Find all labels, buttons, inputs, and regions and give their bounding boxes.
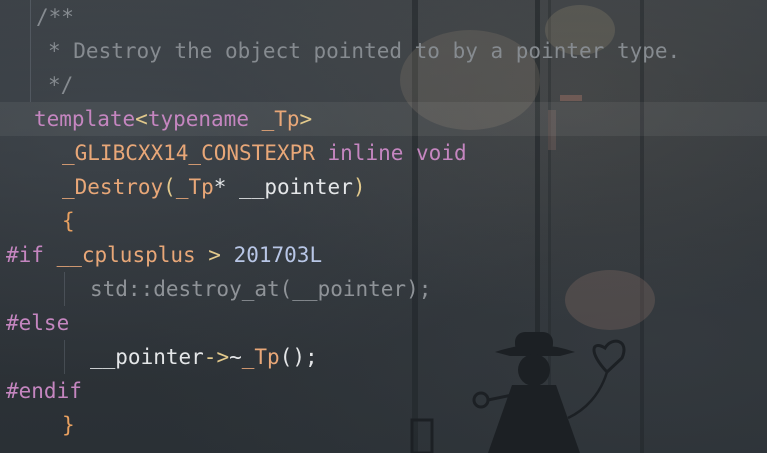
code-line-4[interactable]: template<typename _Tp> [34,102,312,136]
code-token: ( [163,175,176,199]
code-token: _Tp [241,345,280,369]
code-token: #else [6,311,70,335]
code-line-12[interactable]: #endif [6,374,82,408]
code-token: _Tp [248,107,300,131]
code-token: inline [314,141,404,165]
code-line-2[interactable]: * Destroy the object pointed to by a poi… [48,34,680,68]
code-token: typename [147,107,249,131]
code-line-10[interactable]: #else [6,306,69,340]
indent-guide [64,272,65,306]
code-line-13[interactable]: } [62,408,75,442]
code-line-5[interactable]: _GLIBCXX14_CONSTEXPR inline void [62,136,467,170]
code-token: __cplusplus [43,243,196,267]
code-line-9[interactable]: std::destroy_at(__pointer); [90,272,431,306]
code-token: */ [48,73,74,97]
code-token: > [299,107,313,131]
code-token: ~ [229,345,242,369]
code-token: > [195,243,234,267]
code-token: { [62,209,75,233]
code-token: < [135,107,148,131]
code-token: std::destroy_at(__pointer); [90,277,432,301]
code-token: _Tp [175,175,214,199]
indent-guide [64,340,65,374]
code-token: 201703L [233,243,323,267]
code-token: __pointer [90,345,204,369]
code-token: _Destroy [62,175,164,199]
code-line-6[interactable]: _Destroy(_Tp* __pointer) [62,170,366,204]
code-token: template [34,107,136,131]
code-token: _GLIBCXX14_CONSTEXPR [62,141,315,165]
code-token: -> [203,345,230,369]
code-line-3[interactable]: */ [48,68,73,102]
indent-guide [30,0,31,102]
code-token: (); [279,345,318,369]
code-line-1[interactable]: /** [36,0,74,34]
code-token: void [403,141,467,165]
code-line-11[interactable]: __pointer->~_Tp(); [90,340,318,374]
code-token: * [213,175,240,199]
code-token: } [62,413,75,437]
code-token: ) [352,175,366,199]
code-token: #endif [6,379,82,403]
code-token: __pointer [239,175,353,199]
code-token: * Destroy the object pointed to by a poi… [48,39,681,63]
code-token: /** [36,5,74,29]
code-editor[interactable]: /** * Destroy the object pointed to by a… [0,0,767,453]
code-line-7[interactable]: { [62,204,75,238]
code-token: #if [6,243,44,267]
code-line-8[interactable]: #if __cplusplus > 201703L [6,238,322,272]
